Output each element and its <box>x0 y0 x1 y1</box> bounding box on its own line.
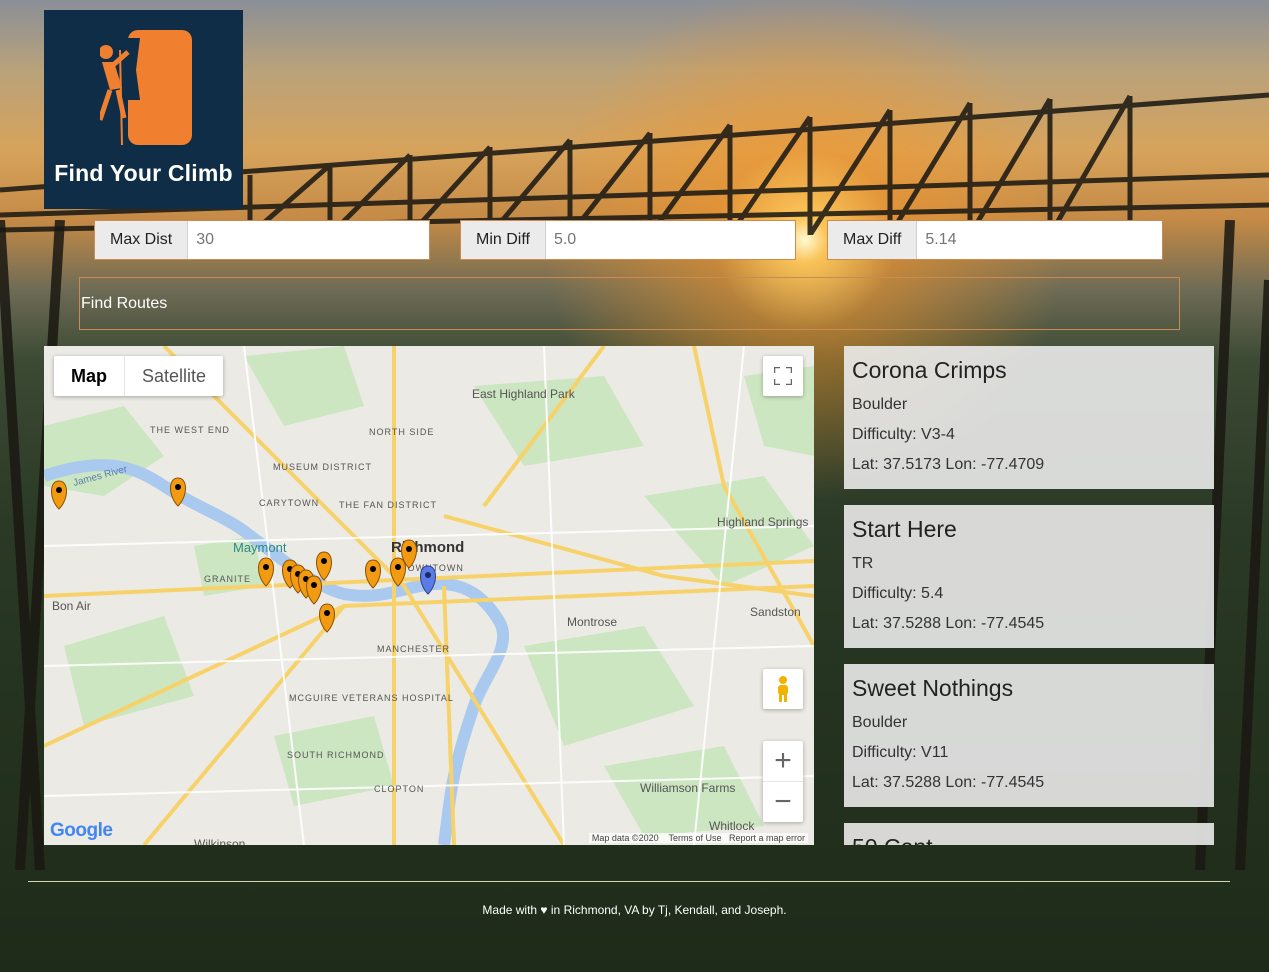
map-label-fan-district: THE FAN DISTRICT <box>339 500 437 510</box>
max-dist-input[interactable] <box>188 221 429 259</box>
route-marker[interactable] <box>51 480 67 510</box>
footer-text: Made with ♥ in Richmond, VA by Tj, Kenda… <box>482 903 787 917</box>
min-diff-label: Min Diff <box>461 221 546 259</box>
report-error-link[interactable]: Report a map error <box>729 833 805 843</box>
map-label-highland-springs: Highland Springs <box>717 515 808 529</box>
route-card[interactable]: 50 Cent <box>844 823 1214 845</box>
route-results-list[interactable]: Corona Crimps Boulder Difficulty: V3-4 L… <box>844 346 1214 845</box>
fullscreen-icon <box>774 367 792 385</box>
min-diff-input[interactable] <box>545 221 795 259</box>
zoom-controls: + − <box>763 741 803 822</box>
map-label-west-end: THE WEST END <box>150 425 230 435</box>
route-name: Corona Crimps <box>852 357 1007 383</box>
max-diff-input[interactable] <box>917 221 1162 259</box>
map-label-granite: GRANITE <box>204 574 251 584</box>
route-marker[interactable] <box>306 575 322 605</box>
climber-icon <box>100 30 192 145</box>
map-label-manchester: MANCHESTER <box>377 644 450 654</box>
map-label-montrose: Montrose <box>567 615 617 629</box>
route-coords: Lat: 37.5288 Lon: -77.4545 <box>852 615 1045 632</box>
map-tab-map[interactable]: Map <box>54 356 124 396</box>
route-coords: Lat: 37.5173 Lon: -77.4709 <box>852 456 1045 473</box>
route-type: Boulder <box>852 714 908 731</box>
map-label-clopton: CLOPTON <box>374 784 424 794</box>
route-name: Sweet Nothings <box>852 675 1014 701</box>
zoom-out-button[interactable]: − <box>763 782 803 822</box>
route-marker[interactable] <box>316 551 332 581</box>
route-type: TR <box>852 555 874 572</box>
map-label-north-side: NORTH SIDE <box>369 427 434 437</box>
route-marker[interactable] <box>319 603 335 633</box>
route-name: Start Here <box>852 516 957 542</box>
route-card[interactable]: Sweet Nothings Boulder Difficulty: V11 L… <box>844 664 1214 807</box>
map-label-east-highland-park: East Highland Park <box>472 387 576 401</box>
map-label-museum-district: MUSEUM DISTRICT <box>273 462 372 472</box>
max-diff-field: Max Diff <box>827 220 1163 260</box>
max-diff-label: Max Diff <box>828 221 918 259</box>
pegman-icon <box>778 676 788 702</box>
map-canvas[interactable]: East Highland Park THE WEST END NORTH SI… <box>44 346 814 845</box>
zoom-in-button[interactable]: + <box>763 741 803 782</box>
route-card[interactable]: Corona Crimps Boulder Difficulty: V3-4 L… <box>844 346 1214 489</box>
footer-divider <box>28 881 1230 882</box>
map-label-bon-air: Bon Air <box>52 599 91 613</box>
map-type-toggle: Map Satellite <box>54 356 224 396</box>
map-label-south-richmond: SOUTH RICHMOND <box>287 750 385 760</box>
map-label-whitlock: Whitlock <box>709 819 755 833</box>
map-label-carytown: CARYTOWN <box>259 498 319 508</box>
route-coords: Lat: 37.5288 Lon: -77.4545 <box>852 774 1045 791</box>
route-type: Boulder <box>852 396 908 413</box>
route-name: 50 Cent <box>852 834 1206 845</box>
route-difficulty: Difficulty: 5.4 <box>852 585 944 602</box>
google-logo-text: Google <box>50 820 113 841</box>
map-label-williamson-farms: Williamson Farms <box>640 781 735 795</box>
min-diff-field: Min Diff <box>460 220 796 260</box>
map-tab-satellite[interactable]: Satellite <box>124 356 223 396</box>
street-view-button[interactable] <box>763 669 803 709</box>
logo-title: Find Your Climb <box>54 160 233 186</box>
map-label-wilkinson: Wilkinson <box>194 837 245 845</box>
map[interactable]: East Highland Park THE WEST END NORTH SI… <box>44 346 814 845</box>
find-routes-button[interactable]: Find Routes <box>79 277 1180 330</box>
map-label-sandston: Sandston <box>750 605 801 619</box>
max-dist-label: Max Dist <box>95 221 189 259</box>
fullscreen-button[interactable] <box>763 356 803 396</box>
max-dist-field: Max Dist <box>94 220 430 260</box>
terms-link[interactable]: Terms of Use <box>668 833 721 843</box>
route-difficulty: Difficulty: V11 <box>852 744 949 761</box>
map-label-mcguire: MCGUIRE VETERANS HOSPITAL <box>289 693 454 703</box>
route-marker[interactable] <box>365 559 381 589</box>
map-attribution: Map data ©2020 Terms of Use Report a map… <box>588 833 808 843</box>
logo[interactable]: Find Your Climb <box>44 10 243 209</box>
route-difficulty: Difficulty: V3-4 <box>852 426 955 443</box>
map-data-text: Map data ©2020 <box>591 833 659 843</box>
google-logo[interactable]: Google <box>50 820 113 842</box>
route-card[interactable]: Start Here TR Difficulty: 5.4 Lat: 37.52… <box>844 505 1214 648</box>
map-label-maymont: Maymont <box>233 540 287 555</box>
